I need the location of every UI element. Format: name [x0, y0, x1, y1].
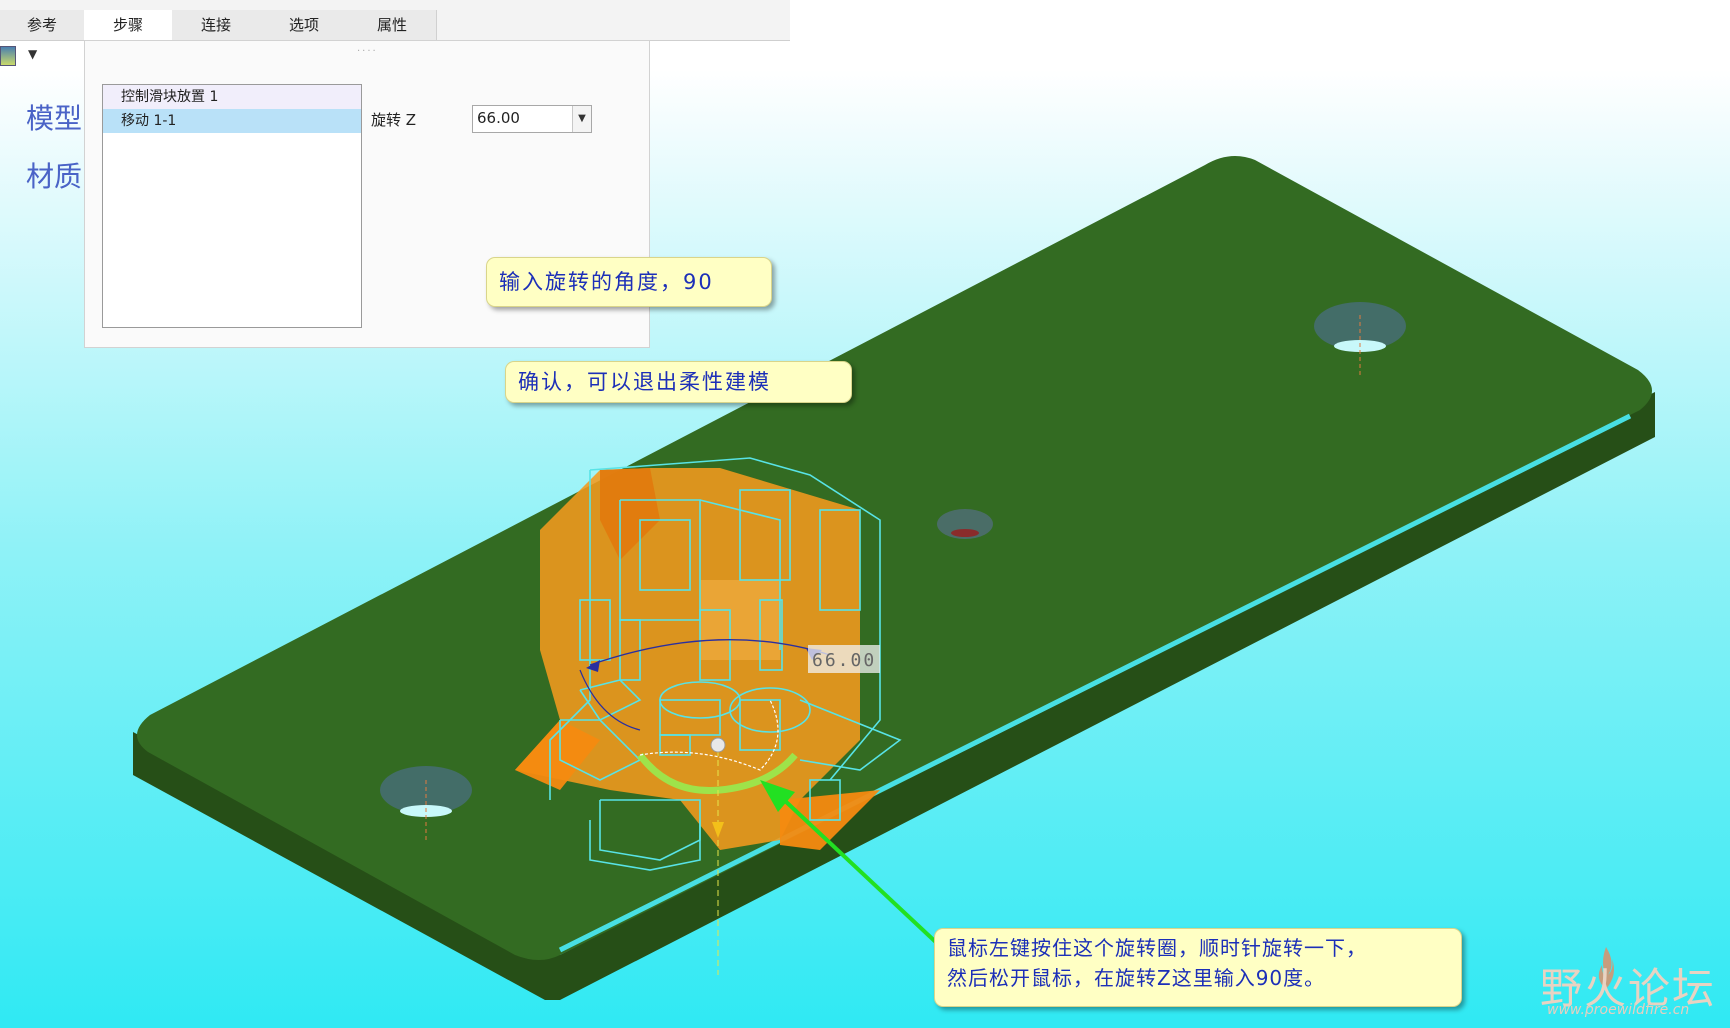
callout-confirm-text: 确认，可以退出柔性建模: [518, 370, 771, 394]
rotation-z-input[interactable]: 66.00 ▼: [472, 105, 592, 133]
callout-enter-angle-text: 输入旋转的角度，90: [499, 270, 714, 294]
header-strip: [790, 0, 1730, 41]
tab-options[interactable]: 选项: [260, 10, 349, 40]
model-tree-overlay: 模型 材质: [26, 90, 82, 206]
step-list[interactable]: 控制滑块放置 1 移动 1-1: [102, 84, 362, 328]
rotation-z-label: 旋转 Z: [371, 111, 417, 129]
callout-instruction: 鼠标左键按住这个旋转圈，顺时针旋转一下， 然后松开鼠标，在旋转Z这里输入90度。: [934, 928, 1462, 1007]
tab-steps[interactable]: 步骤: [84, 10, 173, 40]
rotation-center-handle[interactable]: [710, 737, 726, 753]
dashboard-tabs: 参考 步骤 连接 选项 属性: [0, 0, 790, 41]
tab-connections[interactable]: 连接: [172, 10, 261, 40]
model-tree-line-model: 模型: [26, 102, 83, 135]
rotation-z-value[interactable]: 66.00: [477, 109, 520, 127]
step-item-slider-placement[interactable]: 控制滑块放置 1: [103, 85, 361, 109]
caret-down-icon[interactable]: ▼: [28, 47, 37, 61]
model-tree-line-material: 材质: [26, 160, 83, 193]
hole-middle-bottom: [951, 529, 979, 537]
tab-properties[interactable]: 属性: [348, 10, 437, 40]
chevron-down-icon[interactable]: ▼: [572, 106, 591, 132]
callout-instruction-line2: 然后松开鼠标，在旋转Z这里输入90度。: [947, 966, 1326, 990]
panel-grip[interactable]: ....: [357, 43, 378, 54]
view-icon[interactable]: [0, 46, 16, 66]
callout-instruction-line1: 鼠标左键按住这个旋转圈，顺时针旋转一下，: [947, 936, 1367, 960]
watermark-url: www.proewildfire.cn: [1547, 1002, 1690, 1018]
dimension-label[interactable]: 66.00: [812, 650, 876, 671]
step-item-move[interactable]: 移动 1-1: [103, 109, 361, 133]
tab-references[interactable]: 参考: [0, 10, 85, 40]
callout-enter-angle: 输入旋转的角度，90: [486, 257, 772, 307]
callout-confirm: 确认，可以退出柔性建模: [505, 361, 852, 403]
